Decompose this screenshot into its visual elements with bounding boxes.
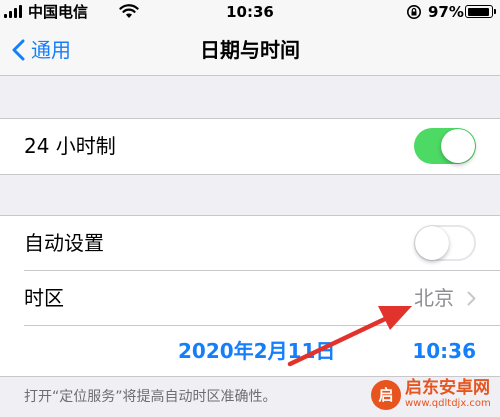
watermark-icon: 启 <box>371 380 401 410</box>
watermark-logo: 启 启东安卓网 www.qdltdjx.com <box>371 378 497 414</box>
date-value: 2020年2月11日 <box>178 339 336 363</box>
timezone-value: 北京 <box>414 286 454 310</box>
back-button-label: 通用 <box>31 38 71 62</box>
carrier-name: 中国电信 <box>28 3 89 21</box>
hour24-label: 24 小时制 <box>24 134 116 158</box>
date-time-row[interactable]: 2020年2月11日 10:36 <box>0 326 500 376</box>
hour24-toggle[interactable] <box>414 128 476 164</box>
watermark-url: www.qdltdjx.com <box>405 398 491 409</box>
battery-icon <box>465 5 496 18</box>
toggle-knob <box>441 129 475 163</box>
navigation-bar: 通用 日期与时间 <box>0 24 500 76</box>
battery-level <box>467 7 489 16</box>
timezone-label: 时区 <box>24 286 64 310</box>
orientation-lock-icon <box>407 5 421 19</box>
status-bar: 中国电信 10:36 97% <box>0 0 500 24</box>
chevron-left-icon <box>12 39 25 61</box>
time-value: 10:36 <box>412 339 476 363</box>
hour24-row: 24 小时制 <box>0 119 500 174</box>
auto-set-label: 自动设置 <box>24 231 104 255</box>
location-footnote: 打开“定位服务”将提高自动时区准确性。 <box>24 389 277 405</box>
battery-percent: 97% <box>428 3 464 21</box>
signal-icon <box>4 4 24 18</box>
auto-set-row: 自动设置 <box>0 216 500 271</box>
watermark-name: 启东安卓网 <box>405 378 490 398</box>
back-button[interactable]: 通用 <box>12 34 71 66</box>
wifi-icon <box>119 4 139 18</box>
settings-group-hour: 24 小时制 <box>0 118 500 175</box>
auto-set-toggle[interactable] <box>414 225 476 261</box>
toggle-knob <box>415 226 449 260</box>
chevron-right-icon <box>467 291 476 306</box>
page-title: 日期与时间 <box>200 38 300 62</box>
settings-group-datetime: 自动设置 时区 北京 2020年2月11日 10:36 <box>0 215 500 377</box>
timezone-row[interactable]: 时区 北京 <box>0 271 500 326</box>
